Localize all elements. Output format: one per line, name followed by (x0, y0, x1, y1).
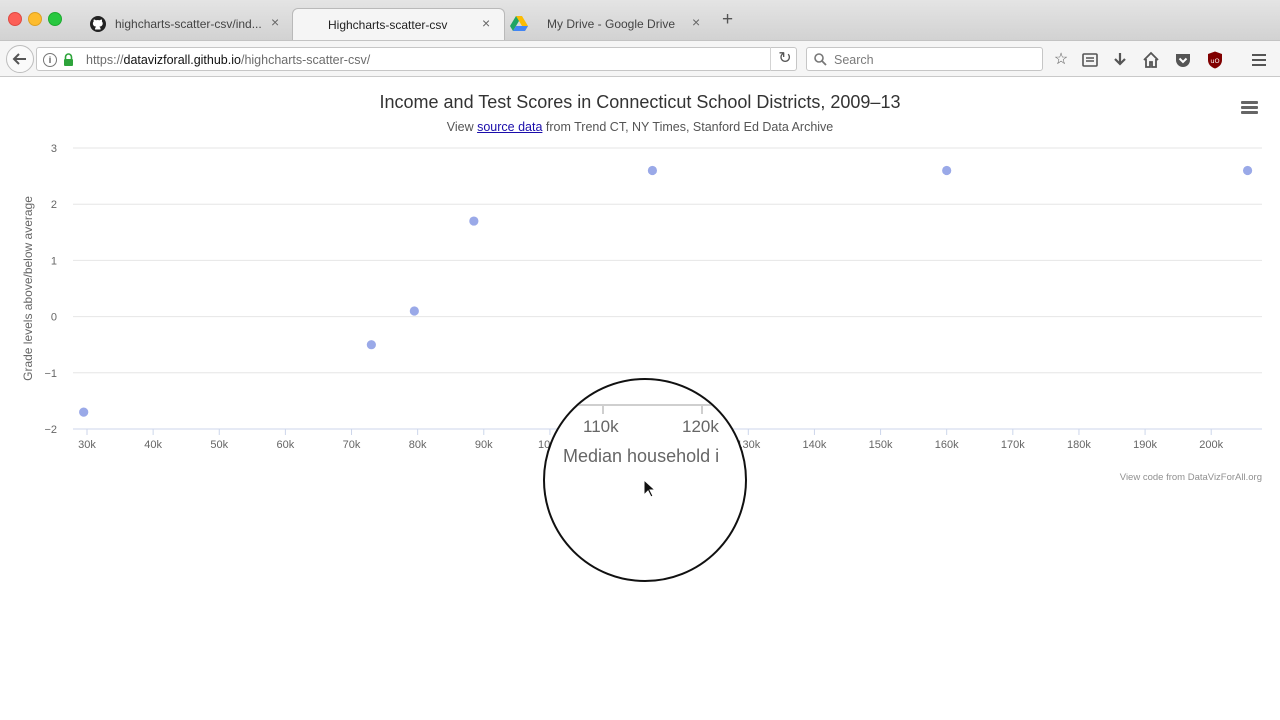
x-tick-label: 190k (1133, 439, 1157, 451)
tab-label: Highcharts-scatter-csv (328, 18, 448, 32)
data-point (647, 165, 658, 176)
tab-label: My Drive - Google Drive (547, 17, 676, 31)
search-placeholder: Search (834, 53, 874, 67)
data-point (366, 340, 376, 350)
lock-icon[interactable] (63, 53, 74, 66)
close-tab-icon[interactable]: × (271, 14, 279, 30)
tab-highcharts[interactable]: Highcharts-scatter-csv × (292, 8, 505, 41)
magnifier-lens: 110k 120k Median household i (543, 378, 747, 582)
pocket-icon[interactable] (1173, 50, 1193, 70)
tab-bar: highcharts-scatter-csv/ind... × Highchar… (0, 0, 1280, 41)
x-tick-label: 200k (1199, 439, 1223, 451)
back-arrow-icon (12, 53, 26, 65)
close-tab-icon[interactable]: × (692, 14, 700, 30)
new-tab-button[interactable]: + (722, 10, 733, 29)
reading-list-icon[interactable] (1080, 50, 1100, 70)
x-tick-label: 140k (803, 439, 827, 451)
mouse-cursor-icon (643, 479, 657, 498)
address-bar[interactable]: i https://datavizforall.github.io/highch… (36, 47, 797, 71)
y-tick-label: 3 (51, 143, 57, 155)
magnifier-tick-mark (602, 404, 604, 414)
search-icon (814, 53, 827, 66)
tab-github[interactable]: highcharts-scatter-csv/ind... × (78, 8, 290, 40)
url-text: https://datavizforall.github.io/highchar… (86, 53, 370, 67)
y-axis-title: Grade levels above/below average (21, 196, 35, 381)
bookmark-star-icon[interactable]: ☆ (1051, 50, 1071, 70)
data-point (469, 216, 479, 226)
download-icon[interactable] (1110, 50, 1130, 70)
close-tab-icon[interactable]: × (482, 15, 490, 31)
x-tick-label: 180k (1067, 439, 1091, 451)
magnifier-tick-label: 120k (682, 417, 719, 436)
data-point (409, 306, 419, 316)
navigation-toolbar: i https://datavizforall.github.io/highch… (0, 40, 1280, 77)
close-window-button[interactable] (8, 12, 22, 26)
reload-icon[interactable]: ↻ (770, 47, 799, 71)
minimize-window-button[interactable] (28, 12, 42, 26)
url-path: /highcharts-scatter-csv/ (240, 53, 371, 67)
search-box[interactable]: Search (806, 47, 1043, 71)
back-button[interactable] (6, 45, 34, 73)
google-drive-icon (510, 16, 528, 31)
tab-google-drive[interactable]: My Drive - Google Drive × (505, 8, 715, 40)
x-tick-label: 70k (343, 439, 361, 451)
x-tick-label: 50k (210, 439, 228, 451)
y-tick-label: 2 (51, 199, 57, 211)
y-tick-label: −2 (44, 424, 57, 436)
data-point (79, 407, 89, 417)
data-point (1242, 165, 1253, 176)
x-tick-label: 30k (78, 439, 96, 451)
info-icon[interactable]: i (43, 53, 57, 67)
data-point (942, 165, 952, 176)
url-host: datavizforall.github.io (123, 53, 241, 67)
ublock-shield-icon[interactable]: uO (1205, 50, 1225, 70)
x-tick-label: 160k (935, 439, 959, 451)
magnifier-axis-title: Median household i (563, 446, 720, 466)
x-tick-label: 40k (144, 439, 162, 451)
url-prefix: https:// (86, 53, 124, 67)
x-tick-label: 170k (1001, 439, 1025, 451)
magnifier-tick-label: 110k (583, 417, 619, 436)
svg-text:uO: uO (1210, 57, 1219, 65)
x-tick-label: 150k (869, 439, 893, 451)
github-icon (90, 16, 106, 32)
zoom-window-button[interactable] (48, 12, 62, 26)
menu-icon[interactable] (1249, 50, 1269, 70)
y-tick-label: 0 (51, 312, 57, 324)
magnifier-tick-mark (701, 404, 703, 414)
magnifier-axis-line (545, 404, 745, 406)
y-tick-label: 1 (51, 255, 57, 267)
x-tick-label: 60k (277, 439, 295, 451)
x-tick-label: 80k (409, 439, 427, 451)
home-icon[interactable] (1141, 50, 1161, 70)
tab-label: highcharts-scatter-csv/ind... (115, 17, 262, 31)
y-tick-label: −1 (44, 368, 57, 380)
chart-credits-link[interactable]: View code from DataVizForAll.org (1120, 472, 1262, 483)
x-tick-label: 90k (475, 439, 493, 451)
